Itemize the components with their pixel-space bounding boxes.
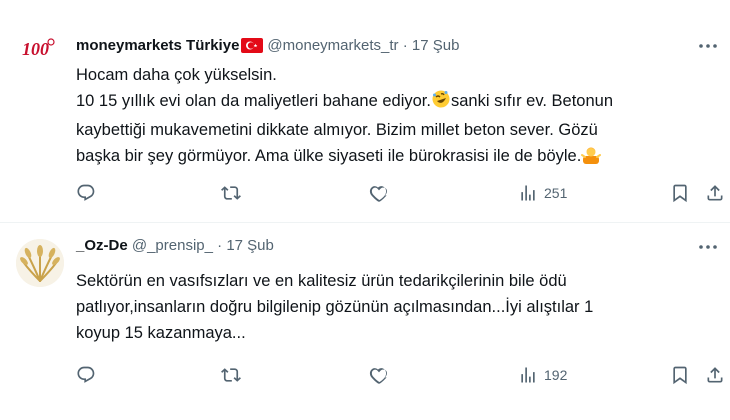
tweet-header: moneymarkets Türkiye @moneymarkets_tr · 1… — [76, 36, 670, 59]
retweet-icon — [221, 186, 241, 200]
reply-icon — [77, 366, 95, 383]
tweet-text-line: başka bir şey görmüyor. Ama ülke siyaset… — [76, 143, 680, 172]
anniversary-logo-icon: 100 — [16, 24, 64, 72]
retweet-button[interactable] — [221, 181, 241, 205]
tweet-header: _Oz-De @_prensip_ · 17 Şub — [76, 236, 670, 256]
views-count: 251 — [544, 185, 568, 201]
separator: · — [402, 37, 408, 54]
bookmark-icon — [673, 184, 687, 203]
like-icon — [369, 368, 387, 384]
tweet-actions: 192 — [66, 363, 730, 387]
views-button[interactable]: 251 — [518, 181, 567, 205]
like-button[interactable] — [369, 181, 389, 205]
tweet-text-segment: sanki sıfır ev. Betonun — [450, 92, 613, 110]
handle[interactable]: @_prensip_ — [132, 237, 213, 254]
share-icon — [707, 185, 723, 201]
timestamp[interactable]: 17 Şub — [412, 37, 460, 54]
tweet-text: Hocam daha çok yükselsin. 10 15 yıllık e… — [76, 62, 680, 172]
bookmark-icon — [673, 366, 687, 385]
avatar[interactable] — [16, 239, 64, 287]
avatar[interactable]: 100 — [16, 24, 64, 72]
tweet-text-line: 10 15 yıllık evi olan da maliyetleri bah… — [76, 88, 680, 117]
more-icon[interactable] — [696, 36, 720, 56]
separator: · — [217, 237, 223, 254]
more-icon[interactable] — [696, 237, 720, 257]
reply-button[interactable] — [76, 181, 96, 205]
tweet-text: Sektörün en vasıfsızları ve en kalitesiz… — [76, 268, 680, 346]
tweet-text-segment: başka bir şey görmüyor. Ama ülke siyaset… — [76, 147, 582, 165]
like-icon — [369, 186, 387, 202]
rofl-emoji — [431, 89, 451, 117]
svg-text:100: 100 — [22, 39, 49, 59]
tweet-actions: 251 — [66, 181, 730, 205]
tweet-text-line: koyup 15 kazanmaya... — [76, 324, 246, 342]
tweet-text-line: patlıyor,insanların doğru bilgilenip göz… — [76, 298, 594, 316]
tweet-text-line: Hocam daha çok yükselsin. — [76, 66, 277, 84]
display-name[interactable]: moneymarkets Türkiye — [76, 37, 239, 54]
share-button[interactable] — [705, 181, 725, 205]
tweet-text-line: Sektörün en vasıfsızları ve en kalitesiz… — [76, 272, 567, 290]
views-button[interactable]: 192 — [518, 363, 567, 387]
timestamp[interactable]: 17 Şub — [226, 237, 274, 254]
tweet[interactable]: 100 moneymarkets Türkiye @moneymarkets_tr… — [0, 0, 730, 222]
tweet[interactable]: _Oz-De @_prensip_ · 17 Şub Sektörün en v… — [0, 223, 730, 420]
views-icon — [521, 185, 535, 201]
tweet-text-line: kaybettiği mukavemetini dikkate almıyor.… — [76, 121, 598, 139]
shrug-emoji — [581, 144, 602, 172]
display-name[interactable]: _Oz-De — [76, 237, 128, 254]
share-icon — [707, 367, 723, 383]
tweet-text-segment: 10 15 yıllık evi olan da maliyetleri bah… — [76, 92, 431, 110]
wheat-icon — [16, 239, 64, 287]
handle[interactable]: @moneymarkets_tr — [267, 37, 398, 54]
retweet-button[interactable] — [221, 363, 241, 387]
like-button[interactable] — [369, 363, 389, 387]
reply-button[interactable] — [76, 363, 96, 387]
bookmark-button[interactable] — [670, 181, 690, 205]
reply-icon — [77, 184, 95, 201]
bookmark-button[interactable] — [670, 363, 690, 387]
retweet-icon — [221, 368, 241, 382]
views-icon — [521, 367, 535, 383]
views-count: 192 — [544, 367, 568, 383]
turkish-flag-icon — [241, 38, 264, 59]
share-button[interactable] — [705, 363, 725, 387]
